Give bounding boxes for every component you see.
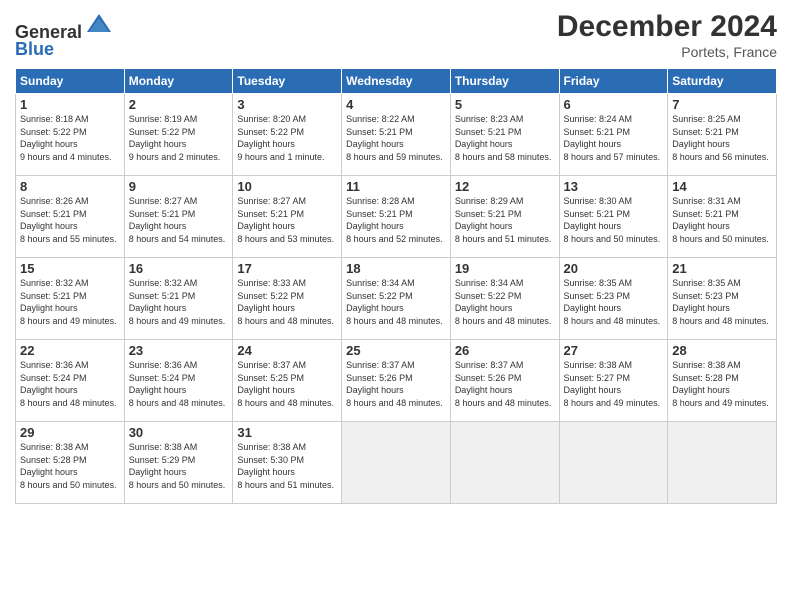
col-friday: Friday [559,69,668,94]
col-thursday: Thursday [450,69,559,94]
logo-text: General [15,10,113,43]
table-row: 1Sunrise: 8:18 AMSunset: 5:22 PMDaylight… [16,94,125,176]
col-monday: Monday [124,69,233,94]
table-row: 22Sunrise: 8:36 AMSunset: 5:24 PMDayligh… [16,340,125,422]
table-row: 6Sunrise: 8:24 AMSunset: 5:21 PMDaylight… [559,94,668,176]
table-row: 24Sunrise: 8:37 AMSunset: 5:25 PMDayligh… [233,340,342,422]
calendar-table: Sunday Monday Tuesday Wednesday Thursday… [15,68,777,504]
table-row: 9Sunrise: 8:27 AMSunset: 5:21 PMDaylight… [124,176,233,258]
table-row: 25Sunrise: 8:37 AMSunset: 5:26 PMDayligh… [342,340,451,422]
table-row: 23Sunrise: 8:36 AMSunset: 5:24 PMDayligh… [124,340,233,422]
table-row: 28Sunrise: 8:38 AMSunset: 5:28 PMDayligh… [668,340,777,422]
header-row: Sunday Monday Tuesday Wednesday Thursday… [16,69,777,94]
col-saturday: Saturday [668,69,777,94]
table-row: 3Sunrise: 8:20 AMSunset: 5:22 PMDaylight… [233,94,342,176]
title-block: December 2024 Portets, France [557,10,777,60]
table-row: 20Sunrise: 8:35 AMSunset: 5:23 PMDayligh… [559,258,668,340]
table-row [342,422,451,504]
col-wednesday: Wednesday [342,69,451,94]
table-row: 8Sunrise: 8:26 AMSunset: 5:21 PMDaylight… [16,176,125,258]
location: Portets, France [557,44,777,60]
table-row: 12Sunrise: 8:29 AMSunset: 5:21 PMDayligh… [450,176,559,258]
table-row: 11Sunrise: 8:28 AMSunset: 5:21 PMDayligh… [342,176,451,258]
table-row: 16Sunrise: 8:32 AMSunset: 5:21 PMDayligh… [124,258,233,340]
col-tuesday: Tuesday [233,69,342,94]
table-row: 27Sunrise: 8:38 AMSunset: 5:27 PMDayligh… [559,340,668,422]
table-row: 10Sunrise: 8:27 AMSunset: 5:21 PMDayligh… [233,176,342,258]
table-row [559,422,668,504]
table-row: 17Sunrise: 8:33 AMSunset: 5:22 PMDayligh… [233,258,342,340]
col-sunday: Sunday [16,69,125,94]
table-row: 26Sunrise: 8:37 AMSunset: 5:26 PMDayligh… [450,340,559,422]
table-row: 13Sunrise: 8:30 AMSunset: 5:21 PMDayligh… [559,176,668,258]
table-row: 4Sunrise: 8:22 AMSunset: 5:21 PMDaylight… [342,94,451,176]
table-row: 30Sunrise: 8:38 AMSunset: 5:29 PMDayligh… [124,422,233,504]
table-row: 19Sunrise: 8:34 AMSunset: 5:22 PMDayligh… [450,258,559,340]
table-row: 2Sunrise: 8:19 AMSunset: 5:22 PMDaylight… [124,94,233,176]
table-row: 7Sunrise: 8:25 AMSunset: 5:21 PMDaylight… [668,94,777,176]
table-row: 14Sunrise: 8:31 AMSunset: 5:21 PMDayligh… [668,176,777,258]
table-row [450,422,559,504]
table-row: 31Sunrise: 8:38 AMSunset: 5:30 PMDayligh… [233,422,342,504]
table-row: 29Sunrise: 8:38 AMSunset: 5:28 PMDayligh… [16,422,125,504]
header: General Blue December 2024 Portets, Fran… [15,10,777,60]
table-row: 21Sunrise: 8:35 AMSunset: 5:23 PMDayligh… [668,258,777,340]
table-row: 15Sunrise: 8:32 AMSunset: 5:21 PMDayligh… [16,258,125,340]
logo: General Blue [15,10,113,60]
main-container: General Blue December 2024 Portets, Fran… [0,0,792,514]
table-row: 18Sunrise: 8:34 AMSunset: 5:22 PMDayligh… [342,258,451,340]
table-row [668,422,777,504]
month-title: December 2024 [557,10,777,44]
table-row: 5Sunrise: 8:23 AMSunset: 5:21 PMDaylight… [450,94,559,176]
